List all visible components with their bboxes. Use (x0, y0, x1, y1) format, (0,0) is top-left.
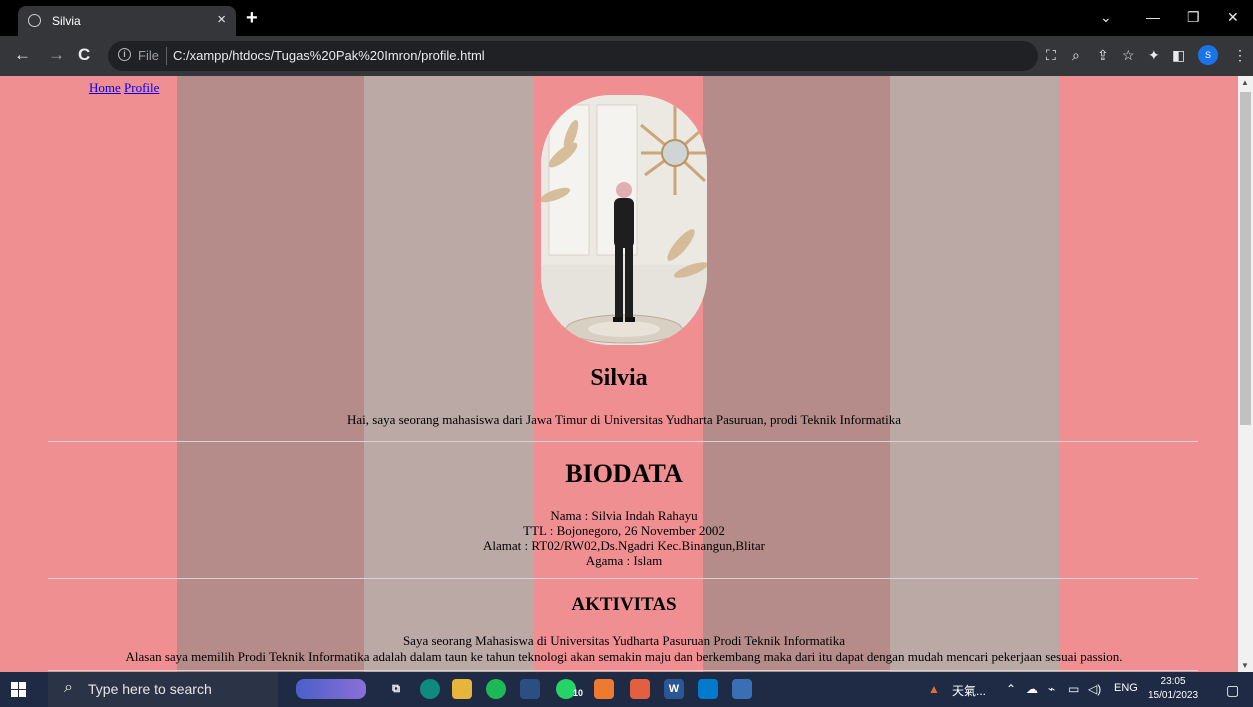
aktivitas-heading: AKTIVITAS (571, 594, 677, 615)
biodata-agama: Agama : Islam (585, 553, 663, 568)
aktivitas-line: Alasan saya memilih Prodi Teknik Informa… (125, 649, 1123, 664)
address-separator (166, 47, 167, 65)
vscode-icon[interactable] (698, 679, 718, 699)
taskbar-search-box[interactable]: ⌕ Type here to search (48, 672, 278, 707)
globe-icon (28, 14, 41, 27)
search-icon: ⌕ (64, 679, 73, 696)
windows-start-icon[interactable] (11, 682, 26, 697)
profile-photo-image (541, 95, 707, 345)
biodata-alamat: Alamat : RT02/RW02,Ds.Ngadri Kec.Binangu… (483, 538, 765, 553)
orange-app-icon[interactable] (594, 679, 614, 699)
edge-browser-icon[interactable] (420, 679, 440, 699)
tab-search-icon[interactable]: ⌄ (1100, 9, 1112, 26)
whatsapp-badge: 10 (573, 688, 584, 698)
language-indicator[interactable]: ENG (1114, 682, 1138, 694)
divider (48, 578, 1198, 579)
biodata-nama: Nama : Silvia Indah Rahayu (550, 508, 698, 523)
restore-button[interactable]: ❐ (1187, 9, 1200, 26)
divider (48, 441, 1198, 442)
back-button[interactable]: ← (14, 45, 31, 65)
info-icon[interactable]: i (118, 48, 131, 61)
zoom-icon[interactable]: ⌕ (1072, 47, 1080, 64)
side-panel-icon[interactable]: ◧ (1172, 47, 1185, 64)
scroll-up-arrow-icon[interactable]: ▲ (1241, 78, 1249, 87)
weather-icon[interactable]: ▲ (928, 682, 940, 696)
profile-name: Silvia (590, 365, 648, 391)
clock-time: 23:05 (1160, 676, 1186, 687)
volume-icon[interactable]: ◁) (1088, 682, 1101, 696)
new-tab-button[interactable]: + (246, 7, 258, 30)
biodata-list: Nama : Silvia Indah Rahayu TTL : Bojoneg… (0, 508, 1238, 568)
task-view-icon[interactable]: ⧉ (386, 679, 406, 699)
close-window-button[interactable]: ✕ (1227, 9, 1239, 26)
search-placeholder: Type here to search (88, 681, 212, 697)
menu-kebab-icon[interactable]: ⋮ (1233, 47, 1247, 64)
menu-profile-link[interactable]: Profile (124, 80, 159, 95)
menu-home-link[interactable]: Home (89, 80, 121, 95)
page-viewport: Home Profile Silvia Hai, saya seorang ma… (0, 76, 1238, 672)
divider (48, 670, 1198, 671)
file-label: File (138, 48, 159, 63)
onedrive-icon[interactable]: ☁ (1026, 682, 1038, 696)
search-highlight-icon[interactable] (296, 679, 366, 699)
profile-avatar[interactable]: S (1198, 45, 1218, 65)
bookmark-star-icon[interactable]: ☆ (1122, 47, 1135, 64)
biodata-heading: BIODATA (565, 459, 683, 488)
tab-close-button[interactable]: × (217, 11, 226, 28)
pink-app-icon[interactable] (630, 679, 650, 699)
translate-icon[interactable]: ⛶ (1046, 47, 1056, 64)
browser-toolbar: ← → C i File C:/xampp/htdocs/Tugas%20Pak… (0, 36, 1253, 76)
chrome-icon[interactable] (520, 679, 540, 699)
share-icon[interactable]: ⇪ (1097, 47, 1109, 64)
notes-app-icon[interactable] (732, 679, 752, 699)
top-menu: Home Profile (89, 80, 159, 96)
file-explorer-icon[interactable] (452, 679, 472, 699)
profile-intro: Hai, saya seorang mahasiswa dari Jawa Ti… (347, 412, 901, 427)
word-icon[interactable]: W (664, 679, 684, 699)
biodata-ttl: TTL : Bojonegoro, 26 November 2002 (523, 523, 725, 538)
profile-photo (541, 95, 707, 345)
clock-date: 15/01/2023 (1148, 690, 1199, 701)
forward-button[interactable]: → (48, 45, 65, 65)
chevron-up-icon[interactable]: ⌃ (1006, 682, 1016, 696)
battery-icon[interactable]: ▭ (1068, 682, 1079, 696)
notification-icon[interactable]: ▢ (1226, 682, 1239, 699)
vertical-scrollbar[interactable]: ▲ ▼ (1238, 76, 1253, 672)
aktivitas-text: Saya seorang Mahasiswa di Universitas Yu… (0, 633, 1238, 665)
address-bar[interactable]: i File C:/xampp/htdocs/Tugas%20Pak%20Imr… (108, 41, 1038, 71)
minimize-button[interactable]: — (1146, 9, 1160, 25)
weather-text[interactable]: 天氣... (952, 682, 986, 699)
reload-button[interactable]: C (78, 45, 90, 65)
tab-silvia[interactable]: Silvia × (18, 6, 236, 36)
aktivitas-line: Saya seorang Mahasiswa di Universitas Yu… (402, 633, 846, 648)
scroll-down-arrow-icon[interactable]: ▼ (1241, 661, 1249, 670)
page-content: Home Profile Silvia Hai, saya seorang ma… (0, 76, 1238, 672)
spotify-icon[interactable] (486, 679, 506, 699)
url-text[interactable]: C:/xampp/htdocs/Tugas%20Pak%20Imron/prof… (173, 48, 485, 63)
tab-title: Silvia (52, 14, 81, 28)
scrollbar-thumb[interactable] (1240, 92, 1251, 425)
tab-strip: Silvia × + ⌄ — ❐ ✕ (0, 0, 1253, 36)
windows-taskbar: ⌕ Type here to search ⧉ 10 W ▲ 天氣... ⌃ ☁… (0, 672, 1253, 707)
network-icon[interactable]: ⌁ (1048, 682, 1055, 696)
extensions-icon[interactable]: ✦ (1148, 47, 1160, 64)
taskbar-clock[interactable]: 23:05 15/01/2023 (1148, 675, 1198, 703)
